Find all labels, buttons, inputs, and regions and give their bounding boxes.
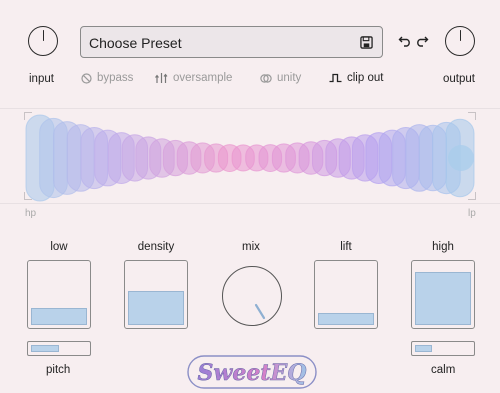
clip-icon bbox=[329, 73, 342, 83]
pitch-slider[interactable] bbox=[27, 341, 91, 356]
eq-curve bbox=[25, 114, 475, 202]
oversample-toggle[interactable]: oversample bbox=[155, 72, 232, 84]
output-knob[interactable] bbox=[445, 26, 475, 56]
preset-selector[interactable]: Choose Preset bbox=[80, 26, 383, 58]
unity-icon bbox=[260, 73, 272, 83]
density-slider[interactable] bbox=[124, 260, 188, 329]
high-slider[interactable] bbox=[411, 260, 475, 329]
bypass-toggle[interactable]: bypass bbox=[81, 72, 133, 84]
redo-icon[interactable] bbox=[415, 33, 429, 47]
hp-label: hp bbox=[25, 208, 37, 219]
eq-end-node bbox=[448, 145, 474, 171]
save-icon[interactable] bbox=[360, 36, 373, 49]
clip-out-label: clip out bbox=[347, 72, 384, 84]
density-title: density bbox=[137, 241, 175, 253]
pitch-fill bbox=[31, 345, 59, 352]
pitch-label: pitch bbox=[46, 364, 71, 376]
unity-toggle[interactable]: unity bbox=[260, 72, 301, 84]
high-title: high bbox=[432, 241, 454, 253]
oversample-icon bbox=[155, 73, 168, 83]
lp-label: lp bbox=[468, 208, 476, 219]
low-fill bbox=[31, 308, 87, 325]
lift-title: lift bbox=[340, 241, 352, 253]
input-label: input bbox=[29, 73, 54, 85]
input-knob[interactable] bbox=[28, 26, 58, 56]
low-slider[interactable] bbox=[27, 260, 91, 329]
eq-display[interactable] bbox=[0, 108, 500, 204]
output-label: output bbox=[443, 73, 475, 85]
mix-knob[interactable] bbox=[222, 266, 282, 326]
mix-title: mix bbox=[242, 241, 260, 253]
unity-label: unity bbox=[277, 72, 302, 84]
sweeteq-logo: SweetEQ bbox=[187, 355, 317, 389]
low-title: low bbox=[50, 241, 68, 253]
bypass-icon bbox=[81, 72, 92, 84]
undo-icon[interactable] bbox=[398, 33, 412, 47]
calm-fill bbox=[415, 345, 432, 352]
calm-label: calm bbox=[431, 364, 456, 376]
preset-label: Choose Preset bbox=[89, 35, 182, 51]
calm-slider[interactable] bbox=[411, 341, 475, 356]
svg-text:SweetEQ: SweetEQ bbox=[198, 360, 307, 386]
lift-fill bbox=[318, 313, 374, 325]
bypass-label: bypass bbox=[97, 72, 134, 84]
oversample-label: oversample bbox=[173, 72, 233, 84]
density-fill bbox=[128, 291, 184, 325]
high-fill bbox=[415, 272, 471, 325]
clip-out-toggle[interactable]: clip out bbox=[329, 72, 383, 84]
lift-slider[interactable] bbox=[314, 260, 378, 329]
mix-pointer bbox=[254, 303, 266, 320]
